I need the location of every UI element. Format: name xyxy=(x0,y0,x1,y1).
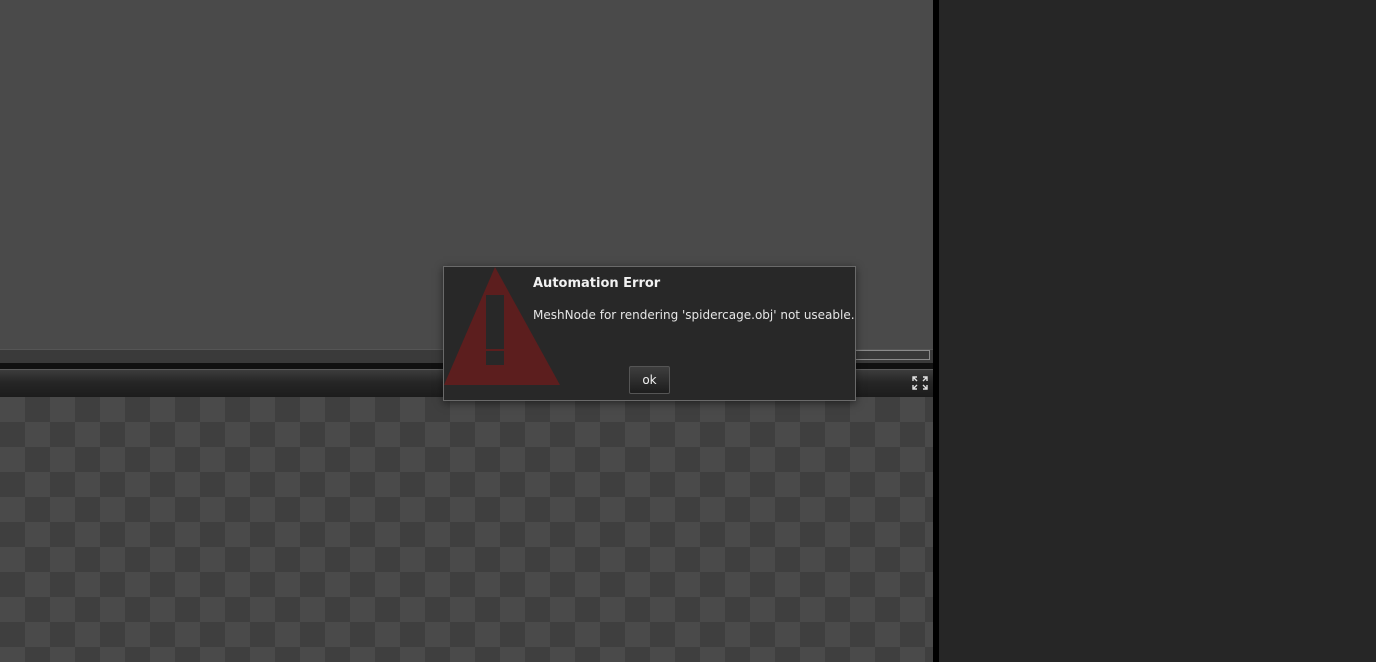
app-window: Automation Error MeshNode for rendering … xyxy=(0,0,1376,662)
error-dialog: Automation Error MeshNode for rendering … xyxy=(443,266,856,401)
expand-fullscreen-icon xyxy=(912,376,928,390)
ok-button[interactable]: ok xyxy=(629,366,670,394)
dialog-title: Automation Error xyxy=(533,276,661,291)
transparency-preview[interactable] xyxy=(0,397,933,662)
expand-button[interactable] xyxy=(909,373,931,393)
progress-bar xyxy=(854,350,930,360)
dialog-message: MeshNode for rendering 'spidercage.obj' … xyxy=(533,308,855,322)
side-panel xyxy=(939,0,1376,662)
